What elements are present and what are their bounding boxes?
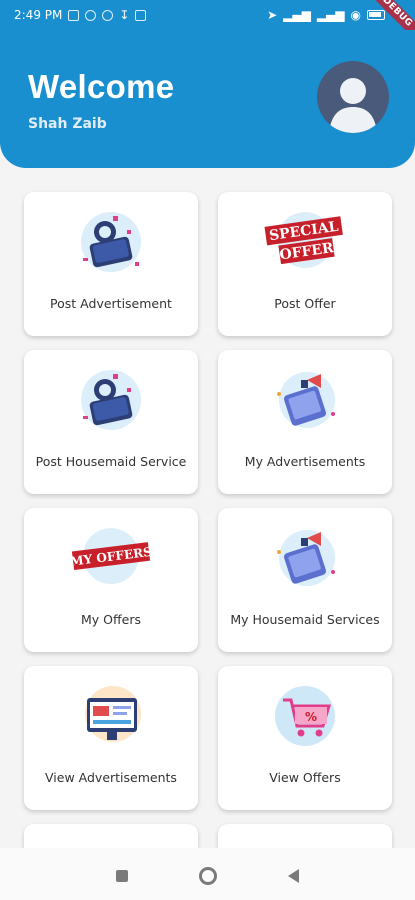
alarm-icon: [85, 9, 97, 21]
card-label: Post Offer: [274, 296, 336, 311]
status-bar: 2:49 PM ↧ ➤ ▂▄▆ ▂▄▆ ◉ DEBUG: [0, 0, 415, 46]
location-icon: ➤: [267, 8, 278, 22]
v-app-icon: [135, 9, 147, 21]
special-offer-stamp-icon: SPECIAL OFFER: [263, 206, 347, 276]
card-label: My Offers: [81, 612, 141, 627]
card-label: View Advertisements: [45, 770, 177, 785]
download-icon: ↧: [119, 8, 130, 22]
user-avatar-icon[interactable]: [317, 61, 389, 133]
system-navigation: [0, 852, 415, 900]
card-label: Post Housemaid Service: [35, 454, 187, 469]
card-post-offer[interactable]: SPECIAL OFFER Post Offer: [218, 192, 392, 336]
card-label: Post Advertisement: [50, 296, 172, 311]
web-ads-icon: [69, 680, 153, 750]
my-offers-stamp-icon: MY OFFERS: [69, 522, 153, 592]
card-post-advertisement[interactable]: Post Advertisement: [24, 192, 198, 336]
home-icon[interactable]: [198, 867, 217, 885]
wifi-icon: ◉: [350, 8, 361, 22]
data-saver-icon: [102, 9, 114, 21]
signal-icon: ▂▄▆: [283, 8, 311, 22]
back-icon[interactable]: [288, 869, 300, 883]
recents-icon[interactable]: [115, 870, 128, 882]
card-my-advertisements[interactable]: My Advertisements: [218, 350, 392, 494]
card-label: My Housemaid Services: [230, 612, 380, 627]
header: Welcome Shah Zaib: [0, 30, 415, 168]
phone-megaphone-icon: [69, 364, 153, 434]
card-view-offers[interactable]: % View Offers: [218, 666, 392, 810]
shopping-cart-percent-icon: %: [263, 680, 347, 750]
phone-promo-icon: [263, 522, 347, 592]
card-label: My Advertisements: [244, 454, 366, 469]
phone-megaphone-icon: [69, 206, 153, 276]
card-my-offers[interactable]: MY OFFERS My Offers: [24, 508, 198, 652]
page-title: Welcome: [28, 68, 175, 105]
card-label: View Offers: [269, 770, 341, 785]
user-name: Shah Zaib: [28, 116, 107, 132]
notification-icon: [68, 9, 80, 21]
percent-glyph: %: [305, 710, 317, 724]
card-post-housemaid-service[interactable]: Post Housemaid Service: [24, 350, 198, 494]
card-view-advertisements[interactable]: View Advertisements: [24, 666, 198, 810]
phone-promo-icon: [263, 364, 347, 434]
card-my-housemaid-services[interactable]: My Housemaid Services: [218, 508, 392, 652]
signal-icon-2: ▂▄▆: [316, 8, 345, 22]
battery-icon: [367, 10, 385, 20]
status-time: 2:49 PM: [14, 8, 63, 22]
